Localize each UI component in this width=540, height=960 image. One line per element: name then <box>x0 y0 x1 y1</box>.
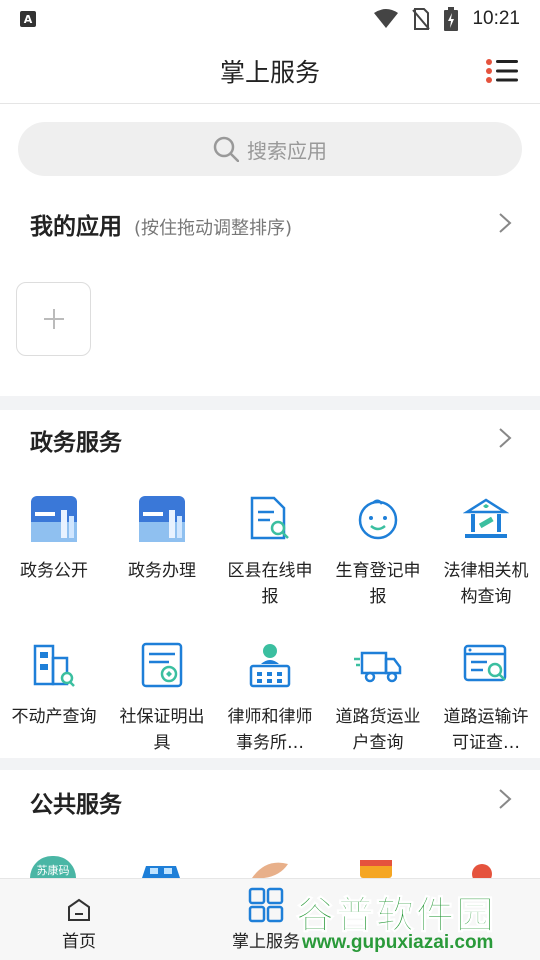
gov-open-icon <box>29 494 79 544</box>
gov-service-item[interactable]: 区县在线申报 <box>216 494 324 610</box>
leaf-icon[interactable] <box>246 860 292 878</box>
gov-service-label: 社保证明出具 <box>119 707 205 753</box>
gov-service-item[interactable]: 社保证明出具 <box>108 640 216 756</box>
license-search-icon <box>461 640 511 690</box>
court-gavel-icon <box>461 494 511 544</box>
my-apps-title: 我的应用 <box>30 214 122 240</box>
building-search-icon <box>29 640 79 690</box>
baby-face-icon <box>353 494 403 544</box>
my-apps-chevron-icon[interactable] <box>498 212 512 234</box>
notification-a-icon: A <box>20 11 36 27</box>
status-bar: A 10:21 <box>0 0 540 38</box>
add-app-button[interactable] <box>16 282 91 356</box>
health-code-label: 苏康码 <box>36 864 70 877</box>
gov-services-header: 政务服务 <box>30 423 122 457</box>
menu-list-icon[interactable] <box>486 58 518 84</box>
search-bar[interactable]: 搜索应用 <box>18 122 522 176</box>
gov-service-label: 道路运输许可证查… <box>443 707 529 753</box>
gov-service-item[interactable]: 政务公开 <box>0 494 108 584</box>
watermark-url: www.gupuxiazai.com <box>302 932 494 953</box>
gov-handle-icon <box>137 494 187 544</box>
gov-service-label: 政务公开 <box>20 561 88 581</box>
gov-service-item[interactable]: 道路货运业户查询 <box>324 640 432 756</box>
search-icon <box>213 136 239 162</box>
gov-service-item[interactable]: 生育登记申报 <box>324 494 432 610</box>
gov-service-label: 法律相关机构查询 <box>443 561 529 607</box>
public-services-chevron-icon[interactable] <box>498 788 512 810</box>
gov-service-item[interactable]: 律师和律师事务所… <box>216 640 324 756</box>
nav-home-label: 首页 <box>62 932 96 952</box>
battery-charging-icon <box>444 7 459 31</box>
lawyer-office-icon <box>245 640 295 690</box>
watermark: 谷普软件园 www.gupuxiazai.com <box>295 882 540 960</box>
gov-services-chevron-icon[interactable] <box>498 427 512 449</box>
car-icon[interactable] <box>138 860 184 878</box>
grid-apps-icon <box>248 887 284 923</box>
my-apps-hint: (按住拖动调整排序) <box>134 218 293 239</box>
alert-icon[interactable] <box>470 862 494 878</box>
nav-home[interactable]: 首页 <box>62 897 96 952</box>
certificate-icon <box>137 640 187 690</box>
gov-service-label: 道路货运业户查询 <box>335 707 421 753</box>
gov-service-item[interactable]: 政务办理 <box>108 494 216 584</box>
gov-service-label: 不动产查询 <box>11 707 97 727</box>
gov-service-item[interactable]: 道路运输许可证查… <box>432 640 540 756</box>
gov-service-label: 政务办理 <box>128 561 196 581</box>
home-icon <box>68 898 90 921</box>
watermark-title: 谷普软件园 <box>295 893 497 938</box>
page-title: 掌上服务 <box>219 57 320 87</box>
gov-service-label: 律师和律师事务所… <box>227 707 313 753</box>
public-services-title: 公共服务 <box>30 792 122 818</box>
public-services-header: 公共服务 <box>30 785 122 819</box>
gov-service-label: 区县在线申报 <box>227 561 313 607</box>
truck-icon <box>353 640 403 690</box>
nav-services[interactable]: 掌上服务 <box>232 887 300 952</box>
status-time: 10:21 <box>472 8 520 29</box>
wifi-icon <box>374 9 399 28</box>
my-apps-header: 我的应用 (按住拖动调整排序) <box>30 207 292 241</box>
document-search-icon <box>245 494 295 544</box>
gov-service-item[interactable]: 不动产查询 <box>0 640 108 730</box>
gov-service-label: 生育登记申报 <box>335 561 421 607</box>
notebook-icon[interactable] <box>356 858 396 878</box>
search-placeholder: 搜索应用 <box>247 138 327 163</box>
no-sim-icon <box>412 8 431 30</box>
gov-service-item[interactable]: 法律相关机构查询 <box>432 494 540 610</box>
plus-icon <box>43 309 64 329</box>
gov-services-title: 政务服务 <box>30 430 122 456</box>
header: 掌上服务 <box>0 38 540 104</box>
nav-services-label: 掌上服务 <box>232 932 300 952</box>
